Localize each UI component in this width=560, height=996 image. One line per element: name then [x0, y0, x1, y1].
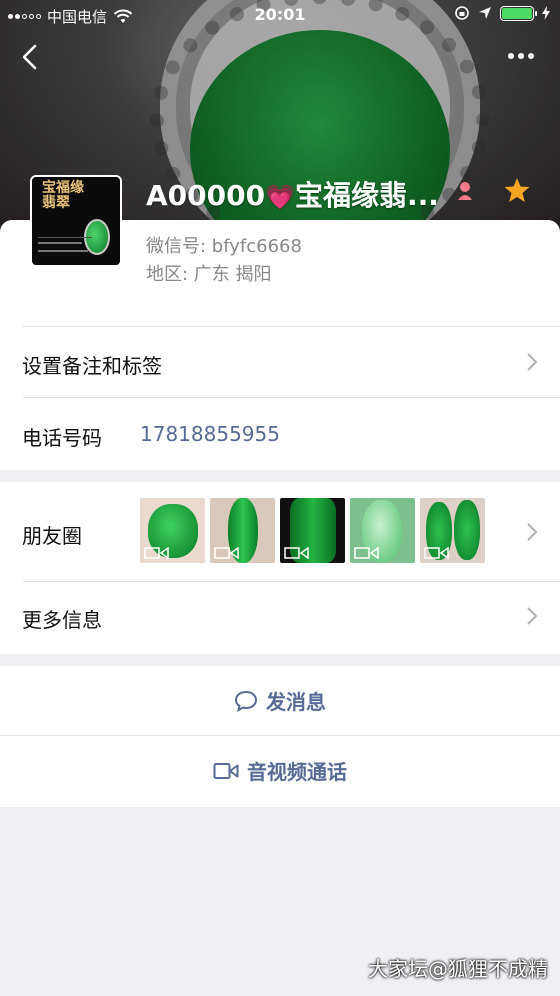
wechat-id: 微信号: bfyfc6668	[146, 236, 302, 257]
chevron-right-icon	[527, 607, 538, 625]
video-icon	[284, 547, 309, 559]
star-favorite-icon[interactable]	[503, 176, 531, 204]
video-icon	[354, 547, 379, 559]
set-remark-tags-row[interactable]: 设置备注和标签	[0, 326, 560, 398]
video-call-label: 音视频通话	[247, 760, 347, 784]
phone-number-value[interactable]: 17818855955	[140, 422, 280, 446]
moment-thumbnail	[280, 498, 345, 563]
video-camera-icon	[213, 762, 239, 779]
chevron-right-icon	[527, 353, 538, 371]
avatar[interactable]: 宝福缘翡翠	[30, 175, 122, 267]
chevron-right-icon	[527, 523, 538, 541]
moment-thumbnail	[140, 498, 205, 563]
location-icon	[479, 7, 491, 19]
moment-thumbnail	[210, 498, 275, 563]
moment-thumbnail	[350, 498, 415, 563]
more-options-icon[interactable]	[508, 48, 538, 64]
more-info-row[interactable]: 更多信息	[0, 582, 560, 654]
set-remark-tags-label: 设置备注和标签	[22, 354, 162, 378]
moments-row[interactable]: 朋友圈	[0, 482, 560, 582]
moment-thumbnail	[420, 498, 485, 563]
charging-icon	[542, 6, 550, 20]
more-info-label: 更多信息	[22, 608, 102, 632]
contact-name: A00000💗宝福缘翡...	[146, 179, 439, 212]
video-icon	[424, 547, 449, 559]
avatar-text: 宝福缘翡翠	[42, 180, 84, 211]
video-icon	[214, 547, 239, 559]
send-message-button[interactable]: 发消息	[0, 666, 560, 736]
send-message-label: 发消息	[266, 690, 326, 714]
phone-number-row[interactable]: 电话号码 17818855955	[0, 398, 560, 470]
chat-bubble-icon	[234, 690, 258, 712]
heart-emoji: 💗	[265, 183, 295, 211]
moments-label: 朋友圈	[22, 524, 82, 548]
region: 地区: 广东 揭阳	[146, 264, 272, 285]
rotation-lock-icon	[455, 6, 469, 20]
phone-number-label: 电话号码	[22, 426, 102, 450]
female-gender-icon	[458, 182, 472, 200]
watermark: 大家坛@狐狸不成精	[368, 957, 548, 981]
moments-thumbnails	[140, 498, 485, 563]
video-icon	[144, 547, 169, 559]
back-arrow-icon[interactable]	[18, 42, 42, 72]
battery-icon	[500, 5, 537, 21]
video-call-button[interactable]: 音视频通话	[0, 736, 560, 807]
status-bar: 中国电信 20:01	[0, 0, 560, 30]
